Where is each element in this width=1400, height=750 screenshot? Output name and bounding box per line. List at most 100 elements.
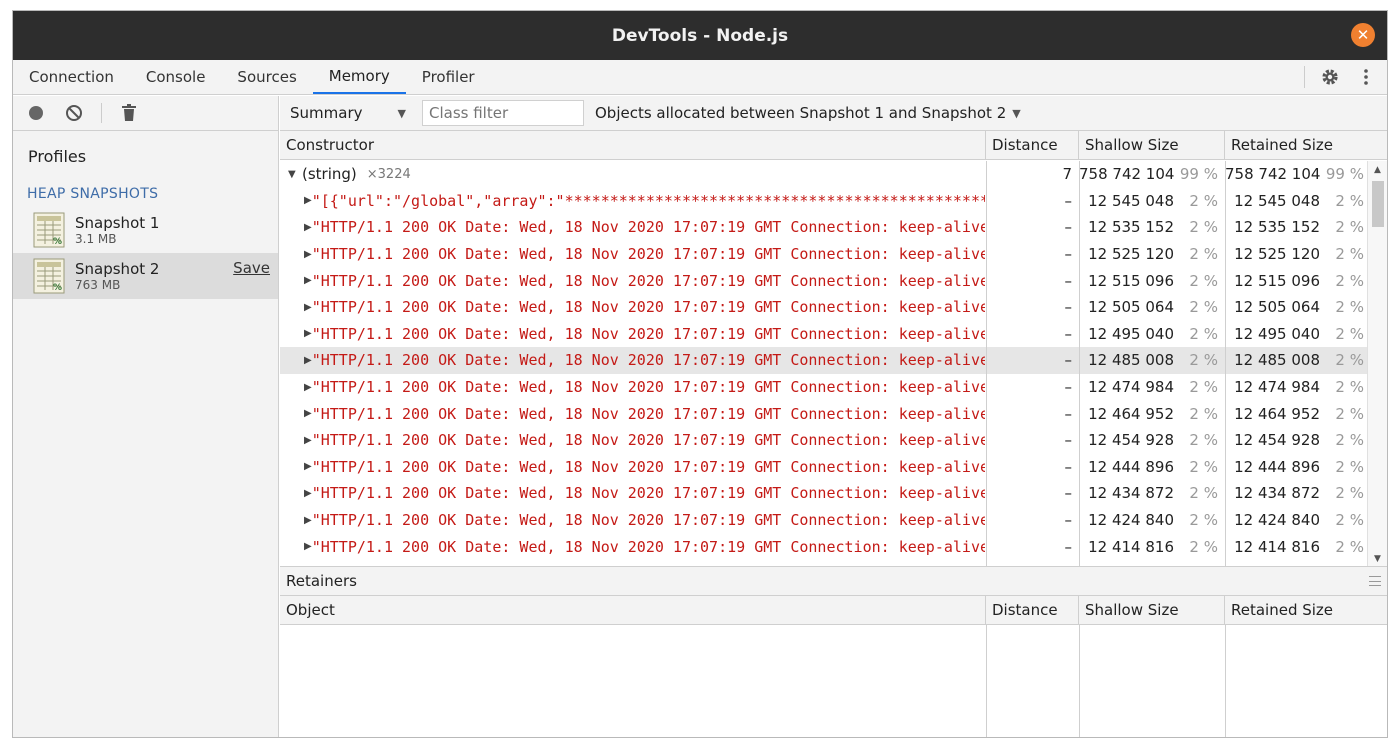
- shallow-size-value: 12 515 096: [1088, 271, 1174, 290]
- tab-console[interactable]: Console: [130, 60, 222, 94]
- tab-memory[interactable]: Memory: [312, 60, 406, 94]
- constructor-name: (string): [302, 165, 357, 184]
- save-snapshot-link[interactable]: Save: [233, 259, 270, 277]
- expand-triangle-icon[interactable]: ▶: [304, 488, 312, 499]
- constructor-name: "HTTP/1.1 200 OK Date: Wed, 18 Nov 2020 …: [311, 537, 985, 556]
- snapshot-item-2[interactable]: % Snapshot 2 763 MB Save: [13, 253, 278, 299]
- record-icon[interactable]: [25, 102, 47, 124]
- shallow-size-value: 12 505 064: [1088, 298, 1174, 317]
- expand-triangle-icon[interactable]: ▶: [304, 249, 312, 260]
- scroll-thumb[interactable]: [1372, 181, 1384, 227]
- retained-size-cell: 12 505 064 2 %: [1225, 294, 1367, 321]
- shallow-size-cell: 758 742 104 99 %: [1079, 161, 1224, 188]
- tab-bar: Connection Console Sources Memory Profil…: [13, 60, 1387, 95]
- retained-size-value: 12 495 040: [1234, 324, 1320, 343]
- retained-size-percent: 2 %: [1335, 324, 1364, 343]
- svg-text:%: %: [53, 237, 62, 247]
- column-header-shallow-size[interactable]: Shallow Size: [1079, 596, 1225, 624]
- tabbar-separator: [1304, 66, 1305, 88]
- collapse-triangle-icon[interactable]: ▼: [288, 169, 302, 180]
- retainers-bar[interactable]: Retainers: [280, 566, 1387, 596]
- column-header-retained-size[interactable]: Retained Size: [1225, 131, 1387, 159]
- clear-icon[interactable]: [63, 102, 85, 124]
- constructor-name: "HTTP/1.1 200 OK Date: Wed, 18 Nov 2020 …: [311, 431, 985, 450]
- table-row[interactable]: ▶ "HTTP/1.1 200 OK Date: Wed, 18 Nov 2020…: [280, 241, 1367, 268]
- table-row[interactable]: ▶ "HTTP/1.1 200 OK Date: Wed, 18 Nov 2020…: [280, 321, 1367, 348]
- table-row[interactable]: ▶ "HTTP/1.1 200 OK Date: Wed, 18 Nov 2020…: [280, 454, 1367, 481]
- table-row[interactable]: ▶ "HTTP/1.1 200 OK Date: Wed, 18 Nov 2020…: [280, 480, 1367, 507]
- scroll-down-icon[interactable]: ▼: [1374, 554, 1381, 564]
- retained-size-value: 12 474 984: [1234, 378, 1320, 397]
- column-header-distance[interactable]: Distance: [986, 131, 1079, 159]
- constructor-cell: ▶ "HTTP/1.1 200 OK Date: Wed, 18 Nov 2020…: [280, 214, 985, 241]
- shallow-size-value: 12 495 040: [1088, 324, 1174, 343]
- table-row[interactable]: ▶ "HTTP/1.1 200 OK Date: Wed, 18 Nov 2020…: [280, 427, 1367, 454]
- constructor-cell: ▶ "HTTP/1.1 200 OK Date: Wed, 18 Nov 2020…: [280, 321, 985, 348]
- trash-icon[interactable]: [118, 102, 140, 124]
- expand-triangle-icon[interactable]: ▶: [304, 195, 312, 206]
- close-icon[interactable]: ✕: [1351, 23, 1375, 47]
- retained-size-percent: 2 %: [1335, 191, 1364, 210]
- expand-triangle-icon[interactable]: ▶: [304, 435, 312, 446]
- gear-icon[interactable]: [1319, 66, 1341, 88]
- shallow-size-value: 12 545 048: [1088, 191, 1174, 210]
- distance-cell: –: [1064, 191, 1073, 210]
- resize-handle-icon[interactable]: [1369, 576, 1381, 586]
- retained-size-cell: 12 545 048 2 %: [1225, 188, 1367, 215]
- constructor-name: "HTTP/1.1 200 OK Date: Wed, 18 Nov 2020 …: [311, 245, 985, 264]
- retained-size-percent: 2 %: [1335, 537, 1364, 556]
- table-row[interactable]: ▼ (string) ×3224 7 758 742 104 99 % 758 742 10…: [280, 161, 1367, 188]
- table-row[interactable]: ▶ "HTTP/1.1 200 OK Date: Wed, 18 Nov 2020…: [280, 374, 1367, 401]
- retained-size-percent: 2 %: [1335, 457, 1364, 476]
- constructor-cell: ▶ "HTTP/1.1 200 OK Date: Wed, 18 Nov 2020…: [280, 454, 985, 481]
- expand-triangle-icon[interactable]: ▶: [304, 275, 312, 286]
- table-row[interactable]: ▶ "HTTP/1.1 200 OK Date: Wed, 18 Nov 2020…: [280, 347, 1367, 374]
- column-header-shallow-size[interactable]: Shallow Size: [1079, 131, 1225, 159]
- shallow-size-value: 758 742 104: [1079, 165, 1175, 184]
- column-header-constructor[interactable]: Constructor: [280, 131, 986, 159]
- scroll-up-icon[interactable]: ▲: [1374, 165, 1381, 175]
- class-filter-input[interactable]: [422, 100, 584, 126]
- retained-size-percent: 2 %: [1335, 245, 1364, 264]
- table-row[interactable]: ▶ "HTTP/1.1 200 OK Date: Wed, 18 Nov 2020…: [280, 400, 1367, 427]
- shallow-size-value: 12 525 120: [1088, 245, 1174, 264]
- expand-triangle-icon[interactable]: ▶: [304, 541, 312, 552]
- table-row[interactable]: ▶ "HTTP/1.1 200 OK Date: Wed, 18 Nov 2020…: [280, 533, 1367, 560]
- svg-text:%: %: [53, 283, 62, 293]
- retained-size-cell: 12 444 896 2 %: [1225, 454, 1367, 481]
- expand-triangle-icon[interactable]: ▶: [304, 461, 312, 472]
- column-header-distance[interactable]: Distance: [986, 596, 1079, 624]
- allocation-select[interactable]: Objects allocated between Snapshot 1 and…: [595, 104, 1021, 122]
- tab-profiler[interactable]: Profiler: [406, 60, 491, 94]
- more-vertical-icon[interactable]: [1355, 66, 1377, 88]
- column-header-retained-size[interactable]: Retained Size: [1225, 596, 1387, 624]
- tab-sources[interactable]: Sources: [221, 60, 312, 94]
- expand-triangle-icon[interactable]: ▶: [304, 355, 312, 366]
- table-row[interactable]: ▶ "[{"url":"/global","array":"***********…: [280, 188, 1367, 215]
- expand-triangle-icon[interactable]: ▶: [304, 382, 312, 393]
- expand-triangle-icon[interactable]: ▶: [304, 408, 312, 419]
- table-row[interactable]: ▶ "HTTP/1.1 200 OK Date: Wed, 18 Nov 2020…: [280, 214, 1367, 241]
- table-row[interactable]: ▶ "HTTP/1.1 200 OK Date: Wed, 18 Nov 2020…: [280, 294, 1367, 321]
- expand-triangle-icon[interactable]: ▶: [304, 515, 312, 526]
- retained-size-percent: 2 %: [1335, 378, 1364, 397]
- devtools-window: DevTools - Node.js ✕ Connection Console …: [12, 10, 1388, 738]
- expand-triangle-icon[interactable]: ▶: [304, 328, 312, 339]
- shallow-size-cell: 12 424 840 2 %: [1079, 507, 1224, 534]
- expand-triangle-icon[interactable]: ▶: [304, 222, 312, 233]
- view-select[interactable]: Summary ▼: [290, 104, 406, 122]
- column-header-object[interactable]: Object: [280, 596, 986, 624]
- shallow-size-cell: 12 515 096 2 %: [1079, 267, 1224, 294]
- table-row[interactable]: ▶ "HTTP/1.1 200 OK Date: Wed, 18 Nov 2020…: [280, 507, 1367, 534]
- constructor-cell: ▶ "HTTP/1.1 200 OK Date: Wed, 18 Nov 2020…: [280, 507, 985, 534]
- grid-scrollbar[interactable]: ▲ ▼: [1367, 161, 1387, 566]
- retained-size-value: 12 515 096: [1234, 271, 1320, 290]
- shallow-size-percent: 2 %: [1189, 431, 1218, 450]
- distance-cell: –: [1064, 218, 1073, 237]
- retained-size-cell: 12 464 952 2 %: [1225, 400, 1367, 427]
- table-row[interactable]: ▶ "HTTP/1.1 200 OK Date: Wed, 18 Nov 2020…: [280, 267, 1367, 294]
- tab-connection[interactable]: Connection: [13, 60, 130, 94]
- expand-triangle-icon[interactable]: ▶: [304, 302, 312, 313]
- snapshot-item-1[interactable]: % Snapshot 1 3.1 MB: [13, 207, 278, 253]
- shallow-size-value: 12 414 816: [1088, 537, 1174, 556]
